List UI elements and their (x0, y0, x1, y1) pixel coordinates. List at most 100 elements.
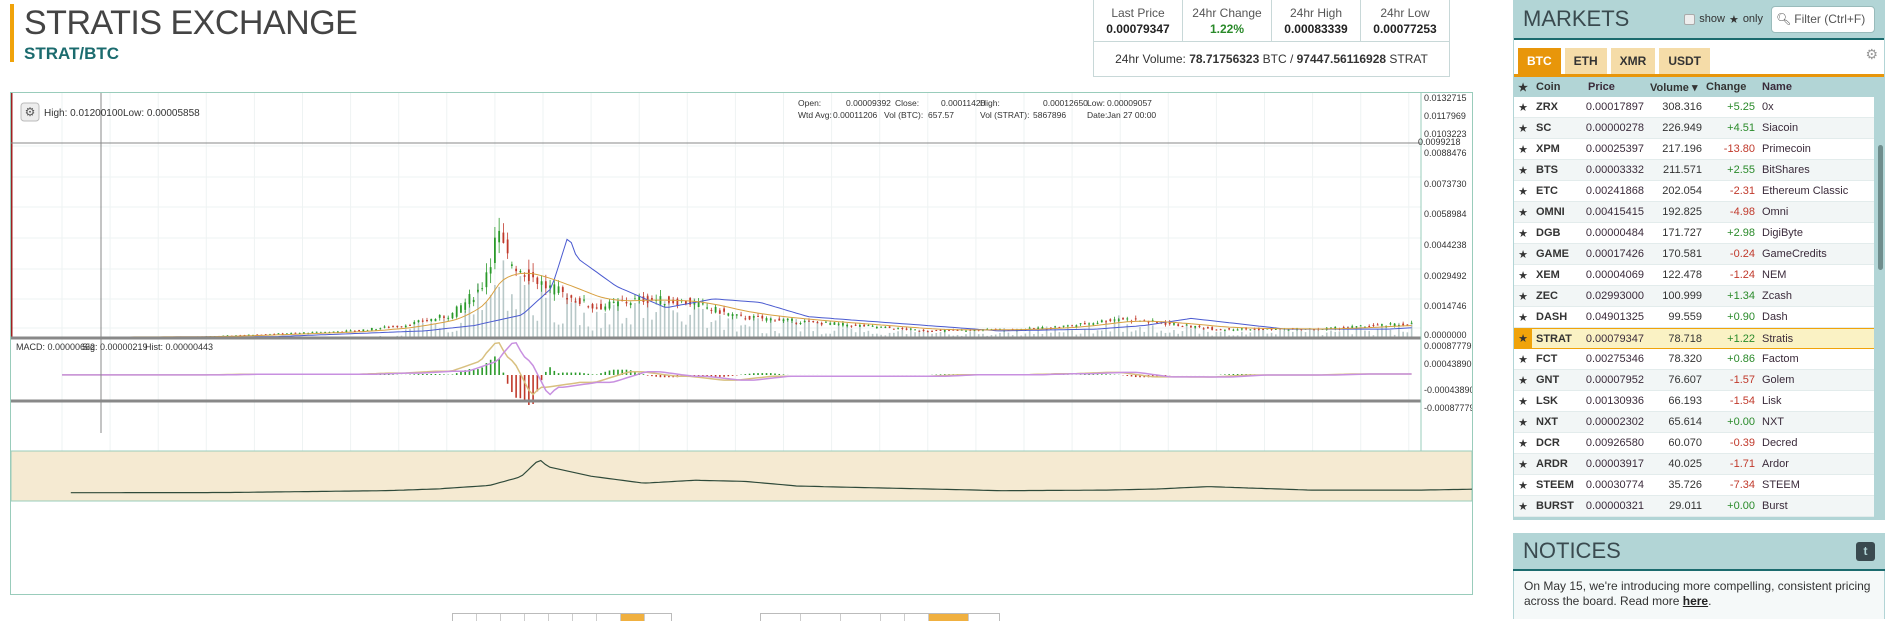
volume-bar (537, 321, 539, 338)
market-row[interactable]: ★ DCR 0.00926580 60.070 -0.39 Decred (1514, 433, 1874, 454)
market-row[interactable]: ★ XEM 0.00004069 122.478 -1.24 NEM (1514, 265, 1874, 286)
market-row[interactable]: ★ ZRX 0.00017897 308.316 +5.25 0x (1514, 97, 1874, 118)
volume-bar (702, 309, 704, 338)
col-change[interactable]: Change (1702, 81, 1760, 93)
price: 0.00030774 (1582, 479, 1644, 491)
starred-checkbox[interactable] (1684, 14, 1695, 25)
notice-link[interactable]: here (1683, 594, 1708, 608)
star-icon[interactable]: ★ (1514, 118, 1532, 138)
market-row[interactable]: ★ NXT 0.00002302 65.614 +0.00 NXT (1514, 412, 1874, 433)
market-row[interactable]: ★ ETC 0.00241868 202.054 -2.31 Ethereum … (1514, 181, 1874, 202)
last-price: Last Price0.00079347 (1094, 0, 1183, 41)
col-price[interactable]: Price (1582, 81, 1644, 93)
macd-histogram-bar (579, 373, 581, 375)
candle (617, 302, 619, 307)
col-volume[interactable]: Volume ▾ (1644, 81, 1702, 94)
market-row[interactable]: ★ DGB 0.00000484 171.727 +2.98 DigiByte (1514, 223, 1874, 244)
svg-text:657.57: 657.57 (928, 110, 954, 120)
gear-icon[interactable]: ⚙ (1865, 46, 1878, 63)
star-icon[interactable]: ★ (1514, 370, 1532, 390)
star-icon[interactable]: ★ (1514, 496, 1532, 516)
volume-bar (1148, 325, 1150, 338)
market-row[interactable]: ★ SC 0.00000278 226.949 +4.51 Siacoin (1514, 118, 1874, 139)
price: 0.00130936 (1582, 395, 1644, 407)
star-icon[interactable]: ★ (1514, 139, 1532, 159)
star-icon[interactable]: ★ (1514, 97, 1532, 117)
star-icon[interactable]: ★ (1514, 223, 1532, 243)
filter-input[interactable]: 🔍︎Filter (Ctrl+F) (1771, 6, 1875, 33)
chart-canvas[interactable]: ⚙ High: 0.01200100 Low: 0.00005858 Open:… (11, 93, 1472, 594)
star-icon[interactable]: ★ (1514, 181, 1532, 201)
24hr-low: 24hr Low0.00077253 (1361, 0, 1449, 41)
candle (609, 302, 611, 309)
volume-bar (507, 311, 509, 338)
coin: BURST (1532, 500, 1582, 512)
macd-histogram-bar (719, 375, 721, 377)
macd-histogram-bar (592, 374, 594, 375)
candle (1224, 330, 1226, 331)
market-row[interactable]: ★ XPM 0.00025397 217.196 -13.80 Primecoi… (1514, 139, 1874, 160)
col-name[interactable]: Name (1760, 81, 1884, 93)
volume-bar (1186, 324, 1188, 338)
candle (1118, 319, 1120, 321)
volume-bar (515, 309, 517, 338)
market-row[interactable]: ★ LSK 0.00130936 66.193 -1.54 Lisk (1514, 391, 1874, 412)
star-icon[interactable]: ★ (1514, 286, 1532, 306)
candle (918, 331, 920, 332)
show-starred-toggle[interactable]: show★only (1684, 13, 1763, 26)
market-row[interactable]: ★ BURST 0.00000321 29.011 +0.00 Burst (1514, 496, 1874, 517)
price-chart[interactable]: ⚙ High: 0.01200100 Low: 0.00005858 Open:… (10, 92, 1473, 595)
star-icon[interactable]: ★ (1514, 412, 1532, 432)
candle (536, 278, 538, 284)
market-row[interactable]: ★ ARDR 0.00003917 40.025 -1.71 Ardor (1514, 454, 1874, 475)
tab-eth[interactable]: ETH (1565, 48, 1607, 74)
candle (1105, 321, 1107, 322)
exchange-header: STRATIS EXCHANGE STRAT/BTC (10, 4, 357, 62)
col-coin[interactable]: Coin (1532, 81, 1582, 93)
market-row[interactable]: ★ STEEM 0.00030774 35.726 -7.34 STEEM (1514, 475, 1874, 496)
volume-bar (498, 287, 500, 338)
twitter-icon[interactable]: t (1856, 542, 1875, 561)
macd-histogram-bar (575, 373, 577, 375)
scrollbar[interactable] (1878, 145, 1883, 270)
candle (1088, 323, 1090, 324)
star-icon[interactable]: ★ (1514, 433, 1532, 453)
market-row[interactable]: ★ DASH 0.04901325 99.559 +0.90 Dash (1514, 307, 1874, 328)
star-icon[interactable]: ★ (1514, 160, 1532, 180)
tab-btc[interactable]: BTC (1518, 48, 1561, 74)
chart-low: Low: 0.00005858 (123, 108, 200, 119)
navigator[interactable] (11, 451, 1472, 501)
candle (1232, 330, 1234, 331)
star-icon[interactable]: ★ (1514, 307, 1532, 327)
market-row[interactable]: ★ STRAT 0.00079347 78.718 +1.22 Stratis (1514, 328, 1874, 349)
candle (710, 310, 712, 311)
candle (1182, 326, 1184, 327)
star-icon[interactable]: ★ (1514, 265, 1532, 285)
candle-period-buttons[interactable] (760, 613, 1000, 621)
market-row[interactable]: ★ GAME 0.00017426 170.581 -0.24 GameCred… (1514, 244, 1874, 265)
candle (1029, 328, 1031, 329)
macd-histogram-bar (761, 373, 763, 375)
change: -4.98 (1702, 206, 1760, 218)
star-icon[interactable]: ★ (1514, 475, 1532, 495)
candle (812, 321, 814, 322)
market-row[interactable]: ★ ZEC 0.02993000 100.999 +1.34 Zcash (1514, 286, 1874, 307)
star-icon[interactable]: ★ (1514, 454, 1532, 474)
star-icon[interactable]: ★ (1514, 349, 1532, 369)
tab-usdt[interactable]: USDT (1659, 48, 1710, 74)
star-icon[interactable]: ★ (1514, 244, 1532, 264)
star-icon[interactable]: ★ (1514, 391, 1532, 411)
market-row[interactable]: ★ GNT 0.00007952 76.607 -1.57 Golem (1514, 370, 1874, 391)
candle (761, 316, 763, 319)
volume-bar (541, 284, 543, 338)
market-row[interactable]: ★ BTS 0.00003332 211.571 +2.55 BitShares (1514, 160, 1874, 181)
tab-xmr[interactable]: XMR (1611, 48, 1656, 74)
star-icon[interactable]: ★ (1514, 329, 1532, 348)
star-icon[interactable]: ★ (1514, 77, 1532, 97)
star-icon[interactable]: ★ (1514, 202, 1532, 222)
market-row[interactable]: ★ OMNI 0.00415415 192.825 -4.98 Omni (1514, 202, 1874, 223)
market-row[interactable]: ★ FCT 0.00275346 78.320 +0.86 Factom (1514, 349, 1874, 370)
zoom-buttons[interactable] (452, 613, 672, 621)
signal-line (62, 343, 1412, 395)
candle (1199, 326, 1201, 327)
